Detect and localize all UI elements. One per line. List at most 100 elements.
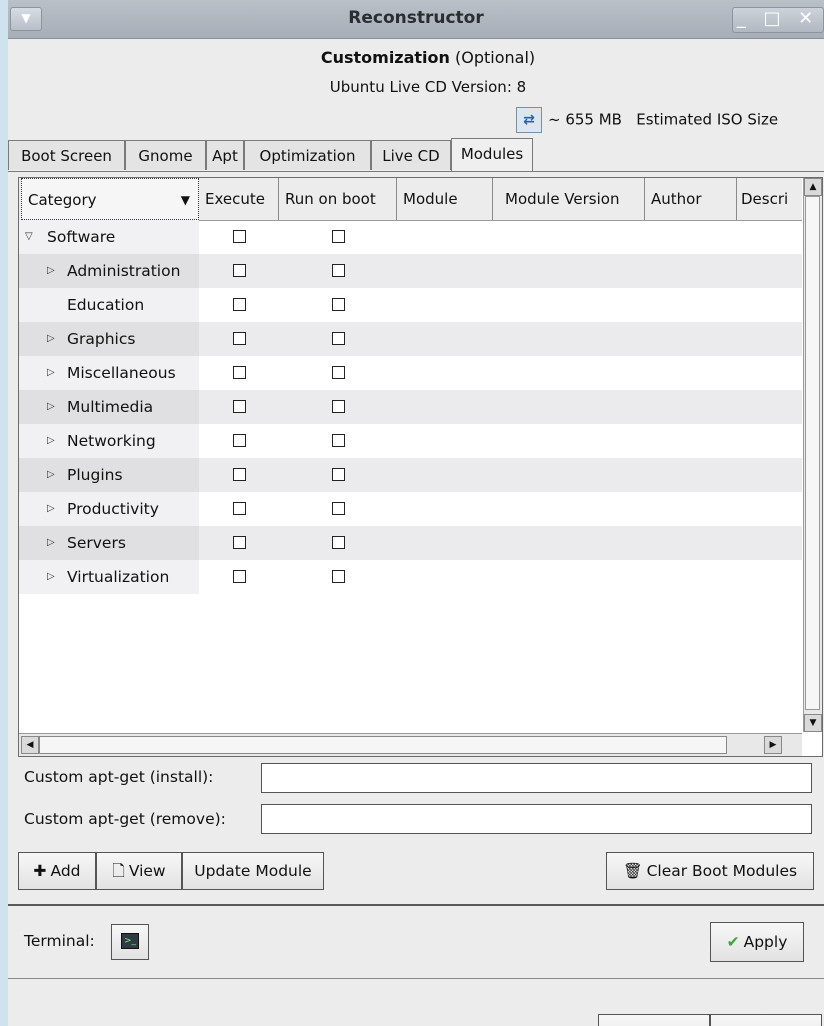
tree-row-multimedia[interactable]: ▷ Multimedia xyxy=(19,390,802,424)
modules-tree[interactable]: Category ▼ Execute Run on boot Module Mo… xyxy=(18,177,823,757)
execute-checkbox[interactable] xyxy=(233,400,246,413)
tree-header: Category ▼ Execute Run on boot Module Mo… xyxy=(19,178,802,221)
run-on-boot-checkbox[interactable] xyxy=(332,570,345,583)
run-on-boot-checkbox[interactable] xyxy=(332,264,345,277)
page-title: Customization xyxy=(320,48,450,67)
execute-checkbox[interactable] xyxy=(233,570,246,583)
horizontal-scroll-thumb[interactable] xyxy=(39,736,727,754)
tree-row-graphics[interactable]: ▷ Graphics xyxy=(19,322,802,356)
install-label: Custom apt-get (install): xyxy=(24,768,214,786)
scroll-right-icon[interactable]: ▶ xyxy=(764,736,782,754)
iso-size-label: Estimated ISO Size xyxy=(636,110,779,129)
execute-checkbox[interactable] xyxy=(233,468,246,481)
tree-row-plugins[interactable]: ▷ Plugins xyxy=(19,458,802,492)
expander-icon[interactable]: ▷ xyxy=(47,560,55,594)
terminal-label: Terminal: xyxy=(24,932,95,950)
tree-row-productivity[interactable]: ▷ Productivity xyxy=(19,492,802,526)
execute-checkbox[interactable] xyxy=(233,434,246,447)
run-on-boot-checkbox[interactable] xyxy=(332,298,345,311)
expander-icon[interactable]: ▷ xyxy=(47,492,55,526)
expander-icon[interactable]: ▷ xyxy=(47,254,55,288)
tree-row-administration[interactable]: ▷ Administration xyxy=(19,254,802,288)
tab-modules[interactable]: Modules xyxy=(451,138,533,172)
row-label: Miscellaneous xyxy=(67,364,176,382)
view-module-button[interactable]: 🗋 View xyxy=(96,852,182,890)
add-module-button[interactable]: ✚ Add xyxy=(18,852,96,890)
execute-checkbox[interactable] xyxy=(233,298,246,311)
run-on-boot-checkbox[interactable] xyxy=(332,332,345,345)
run-on-boot-checkbox[interactable] xyxy=(332,230,345,243)
row-label: Software xyxy=(47,228,116,246)
row-label: Education xyxy=(67,296,145,314)
tab-boot-screen[interactable]: Boot Screen xyxy=(8,140,125,170)
terminal-button[interactable]: >_ xyxy=(111,924,149,960)
main-window: ▼ Reconstructor _ □ ✕ Customization (Opt… xyxy=(8,0,824,1026)
column-author[interactable]: Author xyxy=(645,178,737,220)
tree-row-virtualization[interactable]: ▷ Virtualization xyxy=(19,560,802,594)
execute-checkbox[interactable] xyxy=(233,332,246,345)
tree-row-miscellaneous[interactable]: ▷ Miscellaneous xyxy=(19,356,802,390)
scroll-up-icon[interactable]: ▲ xyxy=(804,178,822,196)
expander-icon[interactable]: ▷ xyxy=(47,356,55,390)
column-execute[interactable]: Execute xyxy=(199,178,279,220)
apt-install-input[interactable] xyxy=(261,763,812,793)
column-category[interactable]: Category ▼ xyxy=(21,178,199,220)
page-heading: Customization (Optional) xyxy=(8,48,824,67)
window-controls[interactable]: _ □ ✕ xyxy=(732,7,824,33)
run-on-boot-checkbox[interactable] xyxy=(332,536,345,549)
expander-icon[interactable]: ▷ xyxy=(47,322,55,356)
run-on-boot-checkbox[interactable] xyxy=(332,400,345,413)
column-module[interactable]: Module xyxy=(397,178,493,220)
apt-remove-input[interactable] xyxy=(261,804,812,834)
tree-row-servers[interactable]: ▷ Servers xyxy=(19,526,802,560)
run-on-boot-checkbox[interactable] xyxy=(332,468,345,481)
run-on-boot-checkbox[interactable] xyxy=(332,502,345,515)
expander-icon[interactable]: ▷ xyxy=(47,458,55,492)
vertical-scrollbar[interactable]: ▲ ▼ xyxy=(803,178,822,732)
window-title: Reconstructor xyxy=(348,8,484,28)
refresh-size-button[interactable]: ⇄ xyxy=(516,107,542,133)
expander-open-icon[interactable]: ▽ xyxy=(25,220,33,254)
title-bar[interactable]: ▼ Reconstructor _ □ ✕ xyxy=(8,0,824,39)
tab-gnome[interactable]: Gnome xyxy=(125,140,206,170)
optional-label: (Optional) xyxy=(455,48,536,67)
divider xyxy=(8,978,824,979)
scroll-left-icon[interactable]: ◀ xyxy=(21,736,39,754)
back-button[interactable]: Back xyxy=(598,1014,710,1026)
run-on-boot-checkbox[interactable] xyxy=(332,434,345,447)
column-description[interactable]: Descri xyxy=(737,178,802,220)
expander-icon[interactable]: ▷ xyxy=(47,390,55,424)
next-button[interactable]: Next xyxy=(710,1014,822,1026)
tab-apt[interactable]: Apt xyxy=(206,140,244,170)
tree-row-education[interactable]: Education xyxy=(19,288,802,322)
clear-boot-modules-button[interactable]: 🗑 Clear Boot Modules xyxy=(606,852,814,890)
vertical-scroll-thumb[interactable] xyxy=(805,196,820,710)
expander-icon[interactable]: ▷ xyxy=(47,526,55,560)
row-label: Administration xyxy=(67,262,181,280)
document-icon: 🗋 xyxy=(112,862,125,880)
apply-button[interactable]: ✔ Apply xyxy=(710,922,804,962)
iso-size-value: ~ 655 MB xyxy=(548,110,622,129)
tab-panel-border xyxy=(8,171,824,172)
column-run-on-boot[interactable]: Run on boot xyxy=(279,178,397,220)
scroll-down-icon[interactable]: ▼ xyxy=(804,714,822,732)
run-on-boot-checkbox[interactable] xyxy=(332,366,345,379)
execute-checkbox[interactable] xyxy=(233,536,246,549)
tree-row-networking[interactable]: ▷ Networking xyxy=(19,424,802,458)
update-module-button[interactable]: Update Module xyxy=(182,852,324,890)
tree-row-software[interactable]: ▽ Software xyxy=(19,220,802,254)
execute-checkbox[interactable] xyxy=(233,230,246,243)
terminal-icon: >_ xyxy=(121,933,139,949)
execute-checkbox[interactable] xyxy=(233,264,246,277)
row-label: Servers xyxy=(67,534,126,552)
tab-live-cd[interactable]: Live CD xyxy=(371,140,451,170)
execute-checkbox[interactable] xyxy=(233,366,246,379)
remove-label: Custom apt-get (remove): xyxy=(24,810,226,828)
tab-optimization[interactable]: Optimization xyxy=(244,140,371,170)
execute-checkbox[interactable] xyxy=(233,502,246,515)
plus-icon: ✚ xyxy=(33,862,47,880)
chevron-down-icon: ▼ xyxy=(180,193,190,207)
horizontal-scrollbar[interactable]: ◀ ▶ xyxy=(19,733,802,756)
expander-icon[interactable]: ▷ xyxy=(47,424,55,458)
column-module-version[interactable]: Module Version xyxy=(493,178,645,220)
